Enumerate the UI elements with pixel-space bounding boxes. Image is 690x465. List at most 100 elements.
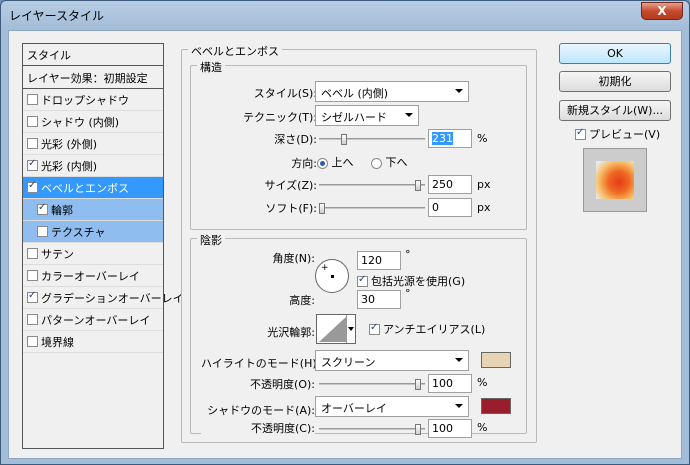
angle-input[interactable]: 120 [357,251,401,270]
size-slider-thumb[interactable] [415,180,421,191]
highlight-opacity-slider[interactable] [319,379,425,390]
preview-checkbox[interactable]: プレビュー(V) [575,126,660,142]
shadow-opacity-slider[interactable] [319,424,425,435]
highlight-mode-value: スクリーン [321,356,376,369]
technique-value: シゼルハード [321,111,387,124]
checkbox-icon[interactable] [27,180,38,193]
window-title: レイヤースタイル [9,9,105,23]
contour-preview-icon [319,316,347,342]
angle-dial[interactable]: + [315,259,349,293]
style-list-item[interactable]: ドロップシャドウ [23,89,163,111]
highlight-opacity-unit: % [477,376,488,389]
soften-slider-thumb[interactable] [319,203,325,214]
depth-slider[interactable] [319,134,425,145]
style-list-item[interactable]: パターンオーバーレイ [23,309,163,331]
technique-label: テクニック(T): [242,111,317,124]
angle-label: 角度(N): [272,252,315,265]
style-list-item-label: ドロップシャドウ [41,93,129,107]
checkbox-icon[interactable] [27,116,38,127]
ok-button[interactable]: OK [559,43,671,64]
checkbox-icon [575,127,586,140]
style-list-item[interactable]: 光彩 (内側) [23,155,163,177]
antialias-label: アンチエイリアス(L) [383,323,486,336]
direction-label: 方向: [291,157,317,170]
crosshair-icon: + [321,263,329,273]
checkbox-icon[interactable] [27,138,38,149]
style-list-item-label: パターンオーバーレイ [41,313,151,327]
size-input[interactable]: 250 [428,175,472,194]
soften-input[interactable]: 0 [428,198,472,217]
highlight-opacity-input[interactable]: 100 [428,374,472,393]
style-list-item-label: カラーオーバーレイ [41,269,140,283]
depth-value: 231 [432,132,453,145]
style-list-item[interactable]: グラデーションオーバーレイ [23,287,184,309]
depth-input[interactable]: 231 [428,129,472,148]
new-style-button[interactable]: 新規スタイル(W)... [559,100,671,121]
close-button[interactable]: X [641,2,683,20]
checkbox-icon[interactable] [37,226,48,237]
style-list-item-label: 光彩 (外側) [41,137,98,151]
checkbox-icon[interactable] [27,248,38,259]
title-bar: レイヤースタイル X [1,1,689,29]
antialias-checkbox[interactable]: アンチエイリアス(L) [369,321,485,337]
style-list-item-label: ベベルとエンボス [41,181,129,195]
checkbox-icon[interactable] [27,158,38,171]
shadow-color-swatch[interactable] [481,398,511,414]
style-list-item[interactable]: カラーオーバーレイ [23,265,163,287]
direction-up-radio[interactable]: 上へ [317,154,354,170]
altitude-label: 高度: [289,294,315,307]
style-list-item-label: サテン [41,247,74,261]
depth-slider-thumb[interactable] [341,134,347,145]
styles-header[interactable]: スタイル [23,44,163,66]
style-list-item[interactable]: 光彩 (外側) [23,133,163,155]
style-list-item[interactable]: ベベルとエンボス [23,177,163,199]
radio-icon [371,157,382,169]
structure-group: 構造 スタイル(S): ベベル (内側) テクニック(T): シゼルハード 深さ… [190,59,527,230]
shadow-mode-value: オーバーレイ [321,402,387,415]
shadow-opacity-thumb[interactable] [415,424,421,435]
style-list-item[interactable]: シャドウ (内側) [23,111,163,133]
highlight-color-swatch[interactable] [481,352,511,368]
gloss-contour-picker[interactable] [316,314,356,344]
checkbox-icon[interactable] [27,314,38,325]
checkbox-icon[interactable] [27,290,38,303]
style-list-item[interactable]: 輪郭 [23,199,163,221]
direction-down-label: 下へ [385,156,408,169]
shadow-mode-select[interactable]: オーバーレイ [315,396,469,417]
style-list-item[interactable]: サテン [23,243,163,265]
global-light-checkbox[interactable]: 包括光源を使用(G) [357,273,465,289]
angle-dial-center [331,275,334,278]
style-list-item[interactable]: 境界線 [23,331,163,353]
checkbox-icon[interactable] [37,202,48,215]
shadow-opacity-input[interactable]: 100 [428,419,472,438]
reset-button[interactable]: 初期化 [559,71,671,92]
soften-unit: px [477,201,491,214]
chevron-down-icon [455,358,463,362]
soften-slider[interactable] [319,203,425,214]
blending-options-item[interactable]: レイヤー効果：初期設定 [23,66,163,89]
altitude-unit: ° [405,287,411,300]
checkbox-icon[interactable] [27,94,38,105]
technique-select[interactable]: シゼルハード [315,105,419,126]
highlight-mode-select[interactable]: スクリーン [315,350,469,371]
checkbox-icon [357,274,368,287]
structure-title: 構造 [197,59,225,75]
direction-up-label: 上へ [331,156,354,169]
preview-swatch [596,161,634,199]
chevron-down-icon [346,315,354,343]
bevel-emboss-title: ベベルとエンボス [188,43,282,59]
checkbox-icon[interactable] [27,336,38,347]
altitude-input[interactable]: 30 [357,290,401,309]
style-select[interactable]: ベベル (内側) [315,81,469,102]
shadow-opacity-label: 不透明度(C): [201,420,315,436]
style-list-item[interactable]: テクスチャ [23,221,163,243]
direction-down-radio[interactable]: 下へ [371,154,408,170]
style-label: スタイル(S): [253,87,317,100]
size-slider[interactable] [319,180,425,191]
depth-unit: % [477,132,488,145]
style-list-item-label: 輪郭 [51,203,73,217]
style-list-item-label: テクスチャ [51,225,106,239]
highlight-opacity-thumb[interactable] [415,379,421,390]
checkbox-icon[interactable] [27,270,38,281]
preview-thumbnail [583,148,647,212]
